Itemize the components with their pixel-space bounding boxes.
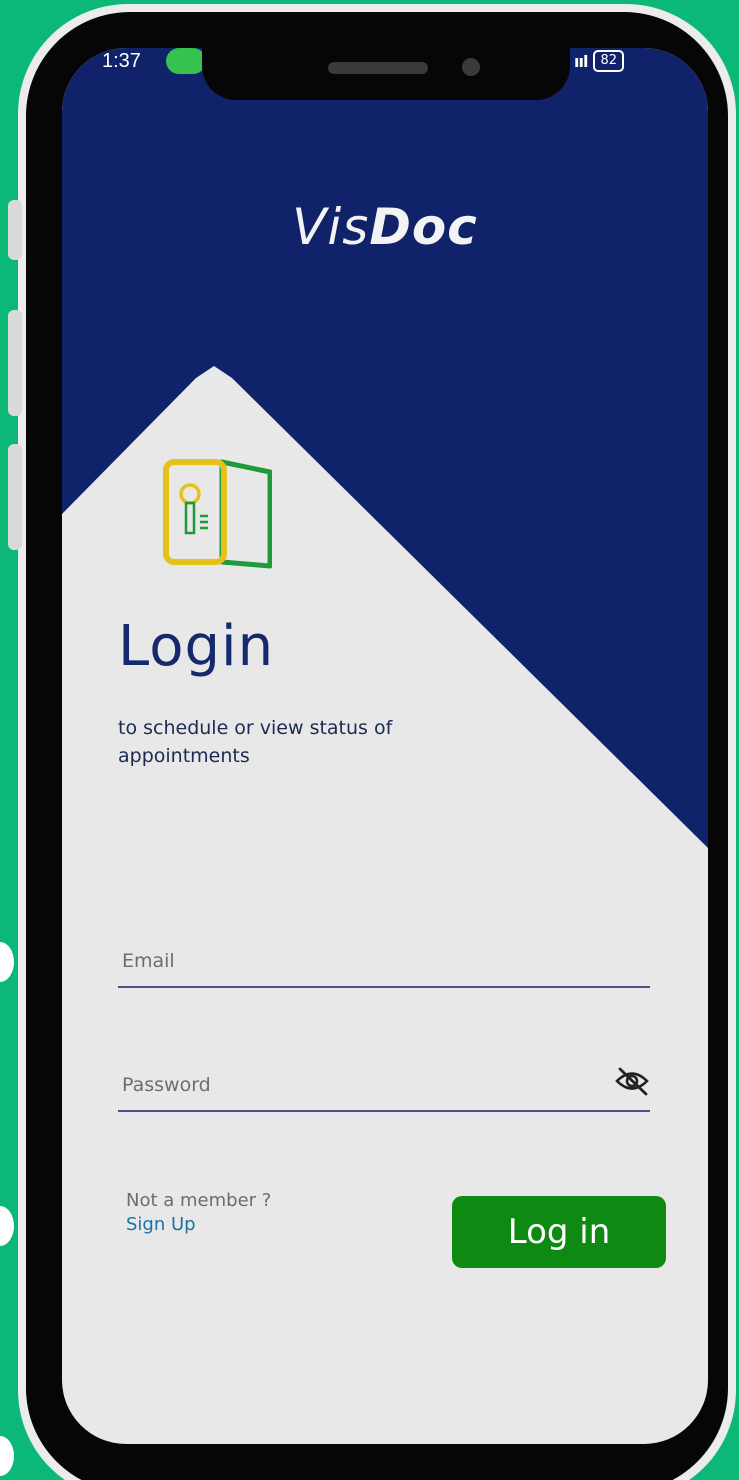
page-title: Login — [118, 614, 275, 679]
password-field[interactable] — [122, 1074, 582, 1096]
front-camera — [462, 58, 480, 76]
call-indicator — [166, 48, 206, 74]
status-icons: ııl 82 — [574, 50, 624, 72]
app-logo-title: VisDoc — [62, 198, 708, 256]
app-title-bold: Doc — [369, 198, 478, 256]
speaker-grille — [328, 62, 428, 74]
email-field-container — [118, 926, 650, 988]
phone-side-button — [8, 444, 22, 550]
key-door-icon — [163, 459, 272, 569]
page-subtitle: to schedule or view status of appointmen… — [118, 717, 393, 767]
sign-up-link[interactable]: Sign Up — [126, 1214, 196, 1235]
email-field[interactable] — [122, 950, 582, 972]
phone-side-button — [8, 200, 22, 260]
app-title-light: Vis — [292, 198, 370, 256]
edge-decoration — [0, 942, 14, 982]
phone-side-button — [8, 310, 22, 416]
mockup-stage: 1:37 ııl 82 VisDoc Login to schedule or … — [0, 0, 739, 1480]
status-time: 1:37 — [102, 50, 141, 72]
eye-off-icon[interactable] — [614, 1066, 650, 1096]
password-field-container — [118, 1050, 650, 1112]
edge-decoration — [0, 1436, 14, 1476]
login-button[interactable]: Log in — [452, 1196, 666, 1268]
camera-notch — [202, 48, 570, 100]
not-member-text: Not a member ? — [126, 1190, 272, 1211]
phone-screen: 1:37 ııl 82 VisDoc Login to schedule or … — [62, 48, 708, 1444]
signal-icon: ııl — [574, 51, 588, 71]
edge-decoration — [0, 1206, 14, 1246]
battery-icon: 82 — [593, 50, 624, 72]
